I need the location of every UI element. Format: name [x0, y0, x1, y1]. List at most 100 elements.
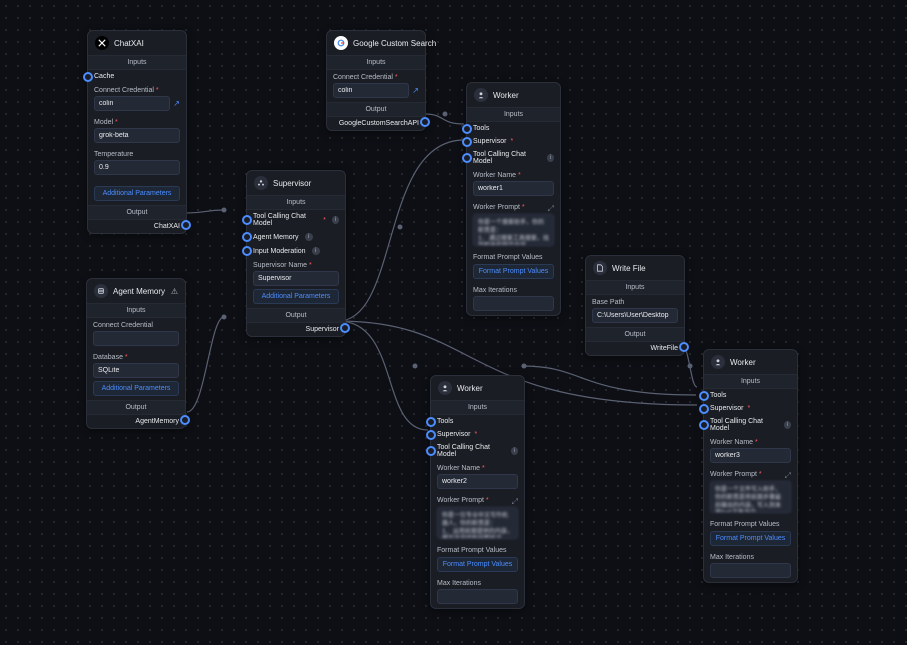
select-credential[interactable]: colin [94, 96, 170, 111]
node-title: Worker [457, 384, 483, 393]
port-out-chatxai[interactable]: ChatXAI [88, 220, 186, 233]
info-icon[interactable]: i [312, 247, 320, 255]
port-supervisor[interactable]: Supervisor [704, 402, 797, 415]
info-icon[interactable]: i [305, 233, 313, 241]
expand-icon[interactable]: ⤢ [512, 497, 518, 507]
input-max-iterations[interactable] [473, 296, 554, 311]
node-supervisor[interactable]: Supervisor Inputs Tool Calling Chat Mode… [246, 170, 346, 337]
user-icon [711, 355, 725, 369]
inputs-header: Inputs [327, 55, 425, 70]
select-model[interactable]: grok-beta [94, 128, 180, 143]
node-worker-1[interactable]: Worker Inputs Tools Supervisor Tool Call… [466, 82, 561, 316]
port-out-supervisor[interactable]: Supervisor [247, 323, 345, 336]
node-chatxai[interactable]: ChatXAI Inputs Cache Connect Credential … [87, 30, 187, 234]
node-header[interactable]: Google Custom Search [327, 31, 425, 55]
node-header[interactable]: Worker [704, 350, 797, 374]
input-worker-name[interactable] [437, 474, 518, 489]
output-header: Output [88, 205, 186, 220]
port-supervisor[interactable]: Supervisor [431, 428, 524, 441]
inputs-header: Inputs [431, 400, 524, 415]
node-header[interactable]: Write File [586, 256, 684, 280]
memory-icon [94, 284, 108, 298]
google-icon [334, 36, 348, 50]
additional-parameters-button[interactable]: Additional Parameters [94, 186, 180, 201]
label-base-path: Base Path [592, 299, 678, 306]
output-header: Output [586, 327, 684, 342]
node-title: Supervisor [273, 179, 311, 188]
user-icon [438, 381, 452, 395]
node-header[interactable]: ChatXAI [88, 31, 186, 55]
port-tool-calling-chat-model[interactable]: Tool Calling Chat Modeli [467, 148, 560, 168]
port-cache[interactable]: Cache [88, 70, 186, 83]
input-worker-name[interactable] [473, 181, 554, 196]
label-worker-name: Worker Name [473, 172, 554, 179]
textarea-worker-prompt[interactable]: 你是一位专业中文写作机器人，你的职责是： 1. 运用前面提供的内容，撰写内容结构… [437, 507, 518, 539]
format-prompt-values-button[interactable]: Format Prompt Values [710, 531, 791, 546]
external-link-icon[interactable]: ↗ [412, 86, 419, 95]
port-agent-memory[interactable]: Agent Memoryi [247, 230, 345, 244]
external-link-icon[interactable]: ↗ [173, 99, 180, 108]
port-tool-calling-chat-model[interactable]: Tool Calling Chat Modeli [247, 210, 345, 230]
info-icon[interactable]: i [784, 421, 791, 429]
node-title: ChatXAI [114, 39, 144, 48]
input-max-iterations[interactable] [437, 589, 518, 604]
port-supervisor[interactable]: Supervisor [467, 135, 560, 148]
file-icon [593, 261, 607, 275]
port-input-moderation[interactable]: Input Moderationi [247, 244, 345, 258]
node-title: Write File [612, 264, 646, 273]
port-out-agentmemory[interactable]: AgentMemory [87, 415, 185, 428]
info-icon[interactable]: i [511, 447, 518, 455]
input-max-iterations[interactable] [710, 563, 791, 578]
supervisor-icon [254, 176, 268, 190]
node-write-file[interactable]: Write File Inputs Base Path Output Write… [585, 255, 685, 356]
label-format-prompt-values: Format Prompt Values [437, 547, 518, 554]
port-tool-calling-chat-model[interactable]: Tool Calling Chat Modeli [704, 415, 797, 435]
input-temperature[interactable] [94, 160, 180, 175]
node-header[interactable]: Worker [431, 376, 524, 400]
port-tools[interactable]: Tools [467, 122, 560, 135]
additional-parameters-button[interactable]: Additional Parameters [93, 381, 179, 396]
label-format-prompt-values: Format Prompt Values [473, 254, 554, 261]
node-worker-3[interactable]: Worker Inputs Tools Supervisor Tool Call… [703, 349, 798, 583]
label-credential: Connect Credential [333, 74, 419, 81]
input-supervisor-name[interactable] [253, 271, 339, 286]
format-prompt-values-button[interactable]: Format Prompt Values [473, 264, 554, 279]
select-database[interactable]: SQLite [93, 363, 179, 378]
select-credential[interactable] [93, 331, 179, 346]
label-worker-prompt: Worker Prompt⤢ [473, 204, 554, 211]
port-out-writefile[interactable]: WriteFile [586, 342, 684, 355]
node-google-custom-search[interactable]: Google Custom Search Inputs Connect Cred… [326, 30, 426, 131]
port-out-gcs[interactable]: GoogleCustomSearchAPI [327, 117, 425, 130]
input-worker-name[interactable] [710, 448, 791, 463]
info-icon[interactable]: i [332, 216, 339, 224]
label-max-iterations: Max Iterations [710, 554, 791, 561]
label-format-prompt-values: Format Prompt Values [710, 521, 791, 528]
output-header: Output [247, 308, 345, 323]
expand-icon[interactable]: ⤢ [548, 204, 554, 214]
format-prompt-values-button[interactable]: Format Prompt Values [437, 557, 518, 572]
inputs-header: Inputs [87, 303, 185, 318]
expand-icon[interactable]: ⤢ [785, 471, 791, 481]
info-icon[interactable]: i [547, 154, 554, 162]
node-header[interactable]: Supervisor [247, 171, 345, 195]
select-credential[interactable]: colin [333, 83, 409, 98]
node-worker-2[interactable]: Worker Inputs Tools Supervisor Tool Call… [430, 375, 525, 609]
node-title: Google Custom Search [353, 39, 436, 48]
node-title: Worker [730, 358, 756, 367]
node-header[interactable]: Agent Memory ⚠ [87, 279, 185, 303]
additional-parameters-button[interactable]: Additional Parameters [253, 289, 339, 304]
inputs-header: Inputs [88, 55, 186, 70]
label-model: Model [94, 119, 180, 126]
textarea-worker-prompt[interactable]: 你是一个文件写入助手，你的职责是将前面步骤最后输出的内容，写入到本地txt文件当… [710, 481, 791, 513]
label-worker-prompt: Worker Prompt⤢ [710, 471, 791, 478]
label-max-iterations: Max Iterations [437, 580, 518, 587]
port-tools[interactable]: Tools [704, 389, 797, 402]
xai-icon [95, 36, 109, 50]
textarea-worker-prompt[interactable]: 你是一个搜索助手，你的职责是： 1. 通过搜索工具搜索，找到相关的网页内容。 2… [473, 214, 554, 246]
input-base-path[interactable] [592, 308, 678, 323]
port-tools[interactable]: Tools [431, 415, 524, 428]
node-agent-memory[interactable]: Agent Memory ⚠ Inputs Connect Credential… [86, 278, 186, 429]
label-database: Database [93, 354, 179, 361]
node-header[interactable]: Worker [467, 83, 560, 107]
port-tool-calling-chat-model[interactable]: Tool Calling Chat Modeli [431, 441, 524, 461]
